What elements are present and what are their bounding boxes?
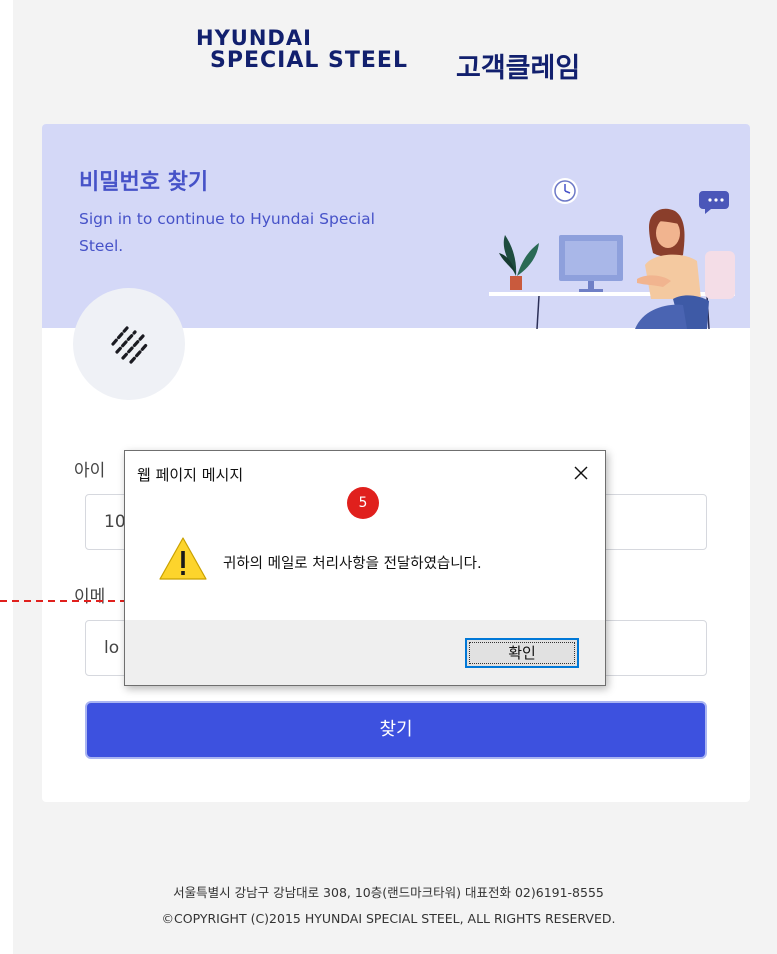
brand-header: HYUNDAI SPECIAL STEEL 고객클레임 (196, 26, 616, 90)
footer-address: 서울특별시 강남구 강남대로 308, 10층(랜드마크타워) 대표전화 02)… (173, 885, 604, 900)
id-label: 아이 (74, 461, 106, 481)
dialog-footer: 확인 (125, 620, 605, 685)
footer-copyright: ©COPYRIGHT (C)2015 HYUNDAI SPECIAL STEEL… (161, 911, 616, 926)
ok-button[interactable]: 확인 (465, 638, 579, 668)
stripes-logo-icon (111, 326, 149, 364)
service-title: 고객클레임 (456, 53, 581, 84)
close-icon[interactable] (569, 461, 593, 485)
dialog-title: 웹 페이지 메시지 (137, 466, 244, 484)
avatar (73, 288, 185, 400)
dialog-message: 귀하의 메일로 처리사항을 전달하였습니다. (223, 556, 482, 572)
page-title: 비밀번호 찾기 (79, 170, 209, 195)
footer: 서울특별시 강남구 강남대로 308, 10층(랜드마크타워) 대표전화 02)… (0, 880, 777, 932)
ok-button-label: 확인 (508, 644, 536, 662)
logo-line-2: SPECIAL STEEL (210, 48, 408, 73)
page-subtitle: Sign in to continue to Hyundai Special S… (79, 210, 375, 255)
office-illustration (489, 178, 735, 329)
web-page-message-dialog: 웹 페이지 메시지 5 귀하의 메일로 처리사항을 전달하였습니다. 확인 (124, 450, 606, 686)
warning-icon (159, 537, 207, 580)
step-badge: 5 (347, 487, 379, 519)
logo-line-1: HYUNDAI (196, 26, 312, 50)
find-button[interactable]: 찾기 (85, 701, 707, 759)
